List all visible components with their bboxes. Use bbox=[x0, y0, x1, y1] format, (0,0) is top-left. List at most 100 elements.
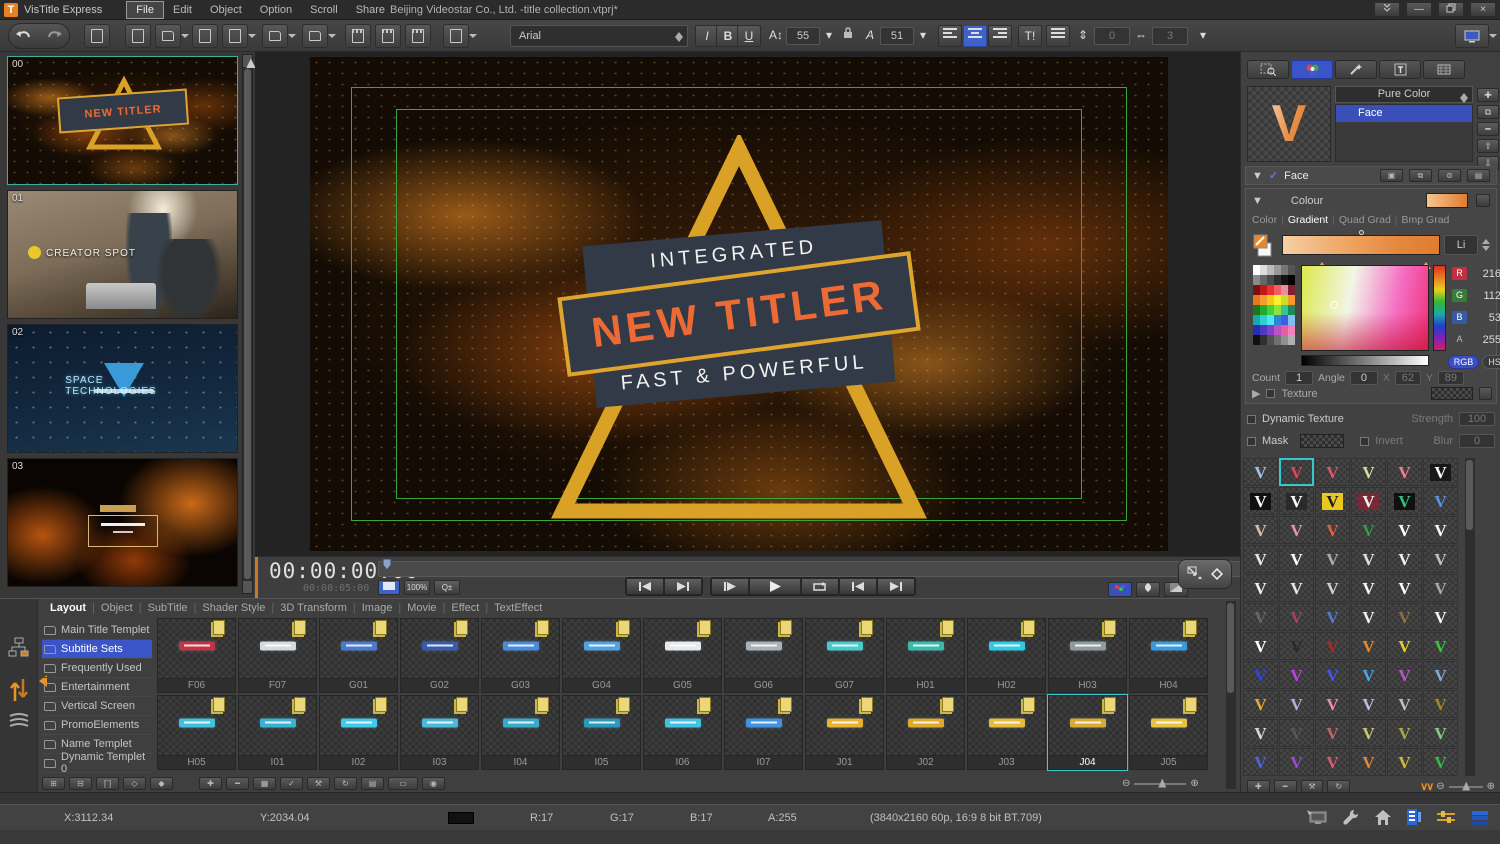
style-preset[interactable]: V bbox=[1387, 603, 1422, 631]
style-preset[interactable]: V bbox=[1423, 574, 1458, 602]
r-value[interactable]: 216 bbox=[1475, 268, 1500, 280]
blur-field[interactable]: 0 bbox=[1459, 434, 1495, 448]
style-preset[interactable]: V bbox=[1279, 574, 1314, 602]
palette-swatch[interactable] bbox=[1281, 315, 1288, 325]
gradient-interp-spinner[interactable] bbox=[1480, 235, 1492, 255]
minimize-button[interactable]: — bbox=[1406, 2, 1432, 17]
palette-swatch[interactable] bbox=[1281, 265, 1288, 275]
template-item-g04[interactable]: G04 bbox=[561, 617, 642, 694]
b-value[interactable]: 53 bbox=[1475, 312, 1500, 324]
lib-tool-insert-button[interactable]: ⊞ bbox=[42, 777, 65, 790]
style-preset[interactable]: V bbox=[1387, 690, 1422, 718]
lock-ratio-icon[interactable] bbox=[840, 25, 856, 47]
template-item-g06[interactable]: G06 bbox=[723, 617, 804, 694]
palette-swatch[interactable] bbox=[1281, 325, 1288, 335]
style-preset[interactable]: V bbox=[1315, 661, 1350, 689]
home-icon[interactable] bbox=[1374, 809, 1392, 826]
palette-swatch[interactable] bbox=[1260, 325, 1267, 335]
palette-swatch[interactable] bbox=[1288, 305, 1295, 315]
template-item-g07[interactable]: G07 bbox=[804, 617, 885, 694]
style-preset[interactable]: V bbox=[1351, 690, 1386, 718]
style-preset[interactable]: V bbox=[1243, 719, 1278, 747]
texture-expand-icon[interactable]: ▶ bbox=[1252, 387, 1260, 400]
face-copy-button[interactable]: ⧉ bbox=[1409, 169, 1432, 182]
palette-swatch[interactable] bbox=[1288, 285, 1295, 295]
template-item-j02[interactable]: J02 bbox=[885, 694, 966, 771]
face-expand-button[interactable]: ▤ bbox=[1467, 169, 1490, 182]
preview-thumbnail-00[interactable]: 00 NEW TITLER bbox=[7, 56, 238, 185]
style-preset[interactable]: V bbox=[1423, 719, 1458, 747]
template-item-i06[interactable]: I06 bbox=[642, 694, 723, 771]
rgb-view-button[interactable] bbox=[1108, 582, 1132, 597]
palette-swatch[interactable] bbox=[1253, 325, 1260, 335]
lib-tool-capture-button[interactable]: ◉ bbox=[422, 777, 445, 790]
zoom-out-icon[interactable]: ⊖ bbox=[1122, 778, 1130, 789]
undo-icon[interactable] bbox=[15, 29, 33, 43]
style-preset[interactable]: V bbox=[1279, 458, 1314, 486]
gradient-interp-select[interactable]: Li bbox=[1444, 235, 1478, 255]
palette-swatch[interactable] bbox=[1281, 305, 1288, 315]
style-preset[interactable]: V bbox=[1279, 603, 1314, 631]
style-preset[interactable]: V bbox=[1243, 748, 1278, 776]
style-preset[interactable]: V bbox=[1315, 632, 1350, 660]
palette-swatch[interactable] bbox=[1260, 315, 1267, 325]
template-grid-scrollbar[interactable] bbox=[1226, 601, 1236, 789]
palette-swatch[interactable] bbox=[1274, 295, 1281, 305]
library-tab-effect[interactable]: Effect bbox=[445, 602, 485, 614]
loop-button[interactable] bbox=[801, 578, 839, 595]
style-type-dropdown[interactable]: Pure Color bbox=[1335, 86, 1473, 103]
font-width-dropdown[interactable]: ▾ bbox=[916, 25, 930, 47]
hue-slider[interactable] bbox=[1433, 265, 1446, 351]
template-item-i07[interactable]: I07 bbox=[723, 694, 804, 771]
palette-swatch[interactable] bbox=[1281, 335, 1288, 345]
style-preset[interactable]: V bbox=[1387, 748, 1422, 776]
palette-swatch[interactable] bbox=[1288, 335, 1295, 345]
a-value[interactable]: 255 bbox=[1475, 334, 1500, 346]
alpha-view-button[interactable] bbox=[1136, 582, 1160, 597]
style-preset[interactable]: V bbox=[1243, 487, 1278, 515]
template-item-f07[interactable]: F07 bbox=[237, 617, 318, 694]
style-preset[interactable]: V bbox=[1423, 516, 1458, 544]
line-style-button[interactable] bbox=[1046, 25, 1070, 47]
template-item-i04[interactable]: I04 bbox=[480, 694, 561, 771]
style-preset[interactable]: V bbox=[1387, 458, 1422, 486]
texture-browse-button[interactable] bbox=[1479, 387, 1492, 400]
clip-overlay-button[interactable] bbox=[375, 24, 401, 48]
angle-field[interactable]: 0 bbox=[1349, 371, 1378, 385]
preset-grid-scrollbar[interactable] bbox=[1465, 458, 1475, 776]
preview-canvas[interactable]: INTEGRATED NEW TITLER FAST & POWERFUL bbox=[255, 52, 1240, 556]
layer-up-button[interactable]: ⇧ bbox=[1477, 139, 1499, 153]
palette-swatch[interactable] bbox=[1260, 295, 1267, 305]
style-preset[interactable]: V bbox=[1315, 748, 1350, 776]
lib-tool-monitor-button[interactable]: ▭ bbox=[388, 777, 418, 790]
zoom-level-button[interactable]: 100% bbox=[404, 580, 430, 595]
count-field[interactable]: 1 bbox=[1285, 371, 1314, 385]
template-zoom-slider[interactable]: ⊖ ⊕ bbox=[1122, 778, 1199, 789]
style-preset[interactable]: V bbox=[1315, 574, 1350, 602]
mixer-icon[interactable] bbox=[1436, 809, 1456, 825]
layer-duplicate-button[interactable]: ⧉ bbox=[1477, 105, 1499, 119]
style-preset[interactable]: V bbox=[1315, 545, 1350, 573]
palette-swatch[interactable] bbox=[1281, 295, 1288, 305]
palette-swatch[interactable] bbox=[1253, 295, 1260, 305]
category-frequently-used[interactable]: Frequently Used bbox=[42, 659, 152, 678]
align-center-button[interactable] bbox=[963, 25, 987, 47]
wrench-icon[interactable] bbox=[1342, 808, 1360, 826]
palette-swatch[interactable] bbox=[1267, 295, 1274, 305]
style-preset[interactable]: V bbox=[1387, 661, 1422, 689]
style-preset[interactable]: V bbox=[1243, 690, 1278, 718]
import-template-button[interactable] bbox=[262, 24, 296, 48]
presenter-icon[interactable] bbox=[1306, 809, 1328, 826]
palette-swatch[interactable] bbox=[1288, 275, 1295, 285]
clip-insert-button[interactable] bbox=[345, 24, 371, 48]
style-preset[interactable]: V bbox=[1351, 748, 1386, 776]
style-preset[interactable]: V bbox=[1387, 487, 1422, 515]
new-document-button[interactable] bbox=[125, 24, 151, 48]
dynamic-texture-checkbox[interactable] bbox=[1247, 414, 1256, 424]
palette-swatch[interactable] bbox=[1267, 315, 1274, 325]
library-tab-image[interactable]: Image bbox=[356, 602, 399, 614]
library-tab-texteffect[interactable]: TextEffect bbox=[488, 602, 548, 614]
library-tab-shader-style[interactable]: Shader Style bbox=[196, 602, 271, 614]
collapse-arrow-icon[interactable]: ▼ bbox=[1252, 170, 1263, 182]
palette-swatch[interactable] bbox=[1281, 275, 1288, 285]
